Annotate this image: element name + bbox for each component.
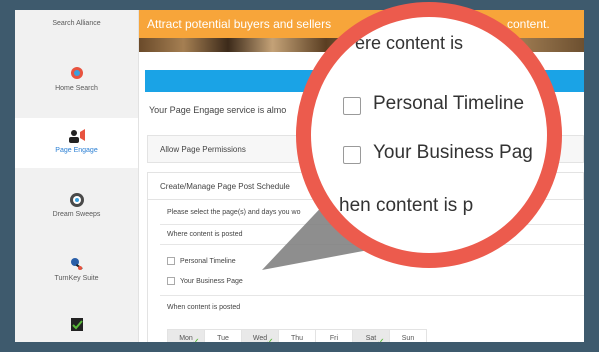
checkbox[interactable] bbox=[343, 97, 361, 115]
magnifier-lens: ere content is ontent. Personal Timeline… bbox=[296, 2, 562, 268]
lens-heading: ere content is bbox=[355, 33, 464, 53]
lens-heading-end: ontent. bbox=[507, 21, 550, 37]
lens-option-personal-timeline: Personal Timeline bbox=[373, 93, 525, 114]
lens-option-business-page: Your Business Pag bbox=[373, 142, 533, 163]
lens-when-text: hen content is p bbox=[339, 195, 474, 216]
checkbox[interactable] bbox=[343, 146, 361, 164]
